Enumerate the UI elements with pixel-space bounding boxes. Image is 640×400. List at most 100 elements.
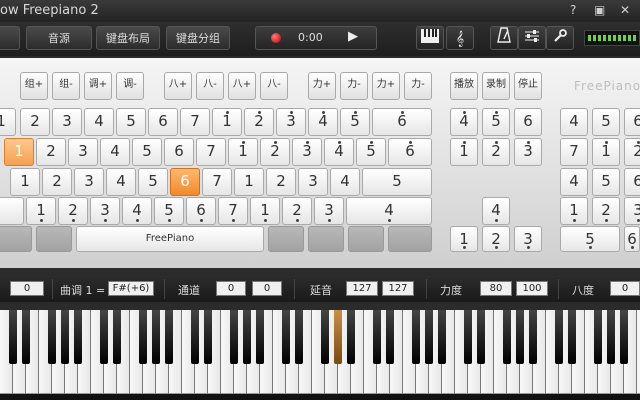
metronome-icon[interactable] [490,26,518,50]
note-key[interactable]: 4 [324,138,354,166]
piano-black-key[interactable] [477,310,485,364]
piano-black-key[interactable] [425,310,433,364]
control-key[interactable]: 八- [260,72,288,100]
record-icon[interactable] [271,33,281,43]
note-key[interactable]: 1 [10,168,40,196]
control-key[interactable]: 组+ [20,72,48,100]
help-button[interactable]: ? [570,3,576,17]
note-key[interactable]: 7 [202,168,232,196]
numpad-key[interactable]: 6 [624,108,640,136]
piano-black-key[interactable] [152,310,160,364]
keypad-key[interactable]: 1 [450,226,478,252]
note-key[interactable]: 5 [154,197,184,225]
note-key[interactable]: 6 [186,197,216,225]
piano-black-key[interactable] [139,310,147,364]
keypad-key[interactable]: 5 [482,108,510,136]
mixer-icon[interactable] [518,26,546,50]
piano-black-key[interactable] [74,310,82,364]
sustain-field-2[interactable]: 127 [382,281,414,296]
note-key[interactable]: 1 [26,197,56,225]
keypad-key[interactable]: 2 [482,138,510,166]
note-key[interactable]: 2 [36,138,66,166]
note-key[interactable]: 5 [116,108,146,136]
control-key[interactable]: 力+ [372,72,400,100]
note-key[interactable]: 5 [138,168,168,196]
modifier-key[interactable] [36,226,72,252]
note-key[interactable]: 1 [250,197,280,225]
octave-field[interactable]: 0 [610,281,640,296]
note-key[interactable]: 4 [122,197,152,225]
note-key[interactable]: 4 [308,108,338,136]
numpad-key[interactable]: 2 [592,197,620,225]
note-key[interactable]: 3 [74,168,104,196]
sustain-field-1[interactable]: 127 [346,281,378,296]
keypad-key[interactable]: 2 [482,226,510,252]
numpad-key[interactable]: 6 [624,168,640,196]
piano-black-key[interactable] [61,310,69,364]
note-key[interactable]: 3 [292,138,322,166]
velocity-field-2[interactable]: 100 [516,281,548,296]
note-key[interactable]: 6 [164,138,194,166]
note-key[interactable]: 7 [196,138,226,166]
piano-black-key[interactable] [165,310,173,364]
note-key[interactable]: 1 [4,138,34,166]
control-key[interactable]: 调- [116,72,144,100]
instrument-button[interactable]: 音源 [26,26,92,50]
control-key[interactable]: 停止 [514,72,542,100]
piano-black-key[interactable] [438,310,446,364]
space-key[interactable]: FreePiano [76,226,264,252]
piano-black-key[interactable] [555,310,563,364]
control-key[interactable]: 调+ [84,72,112,100]
note-key[interactable]: 6 [372,108,432,136]
piano-black-key[interactable] [282,310,290,364]
control-key[interactable]: 组- [52,72,80,100]
piano-black-key[interactable] [204,310,212,364]
numpad-key[interactable]: 1 [560,197,588,225]
note-key[interactable]: 2 [42,168,72,196]
partial-button[interactable] [0,26,20,50]
note-key[interactable]: 5 [356,138,386,166]
note-key[interactable]: 1 [212,108,242,136]
piano-black-key[interactable] [243,310,251,364]
note-key[interactable]: 2 [244,108,274,136]
control-key[interactable]: 播放 [450,72,478,100]
numpad-key[interactable]: 3 [624,197,640,225]
score-icon[interactable]: 𝄞 [446,26,474,50]
modifier-key[interactable] [0,226,32,252]
control-key[interactable]: 八+ [164,72,192,100]
note-key[interactable]: 5 [132,138,162,166]
control-key[interactable]: 八+ [228,72,256,100]
control-key[interactable]: 八- [196,72,224,100]
piano-black-key[interactable] [503,310,511,364]
note-key[interactable]: 2 [260,138,290,166]
note-key[interactable]: 5 [362,168,432,196]
note-key[interactable]: 3 [68,138,98,166]
note-key[interactable]: 6 [170,168,200,196]
numpad-key[interactable]: 5 [592,108,620,136]
note-key[interactable]: 4 [100,138,130,166]
note-key[interactable]: 5 [340,108,370,136]
piano-black-key[interactable] [9,310,17,364]
note-key[interactable]: 2 [282,197,312,225]
control-key[interactable]: 力- [404,72,432,100]
piano-black-key[interactable] [113,310,121,364]
piano-black-key[interactable] [334,310,342,364]
modifier-key[interactable] [268,226,304,252]
note-key[interactable]: 4 [106,168,136,196]
piano-black-key[interactable] [347,310,355,364]
piano-black-key[interactable] [516,310,524,364]
note-key[interactable]: 7 [218,197,248,225]
note-key[interactable]: 1 [0,108,16,136]
wrench-icon[interactable] [546,26,574,50]
piano-keys-icon[interactable] [416,26,444,50]
note-key[interactable]: 2 [58,197,88,225]
modifier-key[interactable] [348,226,384,252]
control-key[interactable]: 力+ [308,72,336,100]
restore-button[interactable]: ▣ [594,3,605,17]
piano-black-key[interactable] [568,310,576,364]
control-key[interactable]: 录制 [482,72,510,100]
key-value-field[interactable]: F#(+6) [108,281,154,296]
piano-black-key[interactable] [620,310,628,364]
keypad-key[interactable]: 6 [514,108,542,136]
note-key[interactable]: 3 [90,197,120,225]
